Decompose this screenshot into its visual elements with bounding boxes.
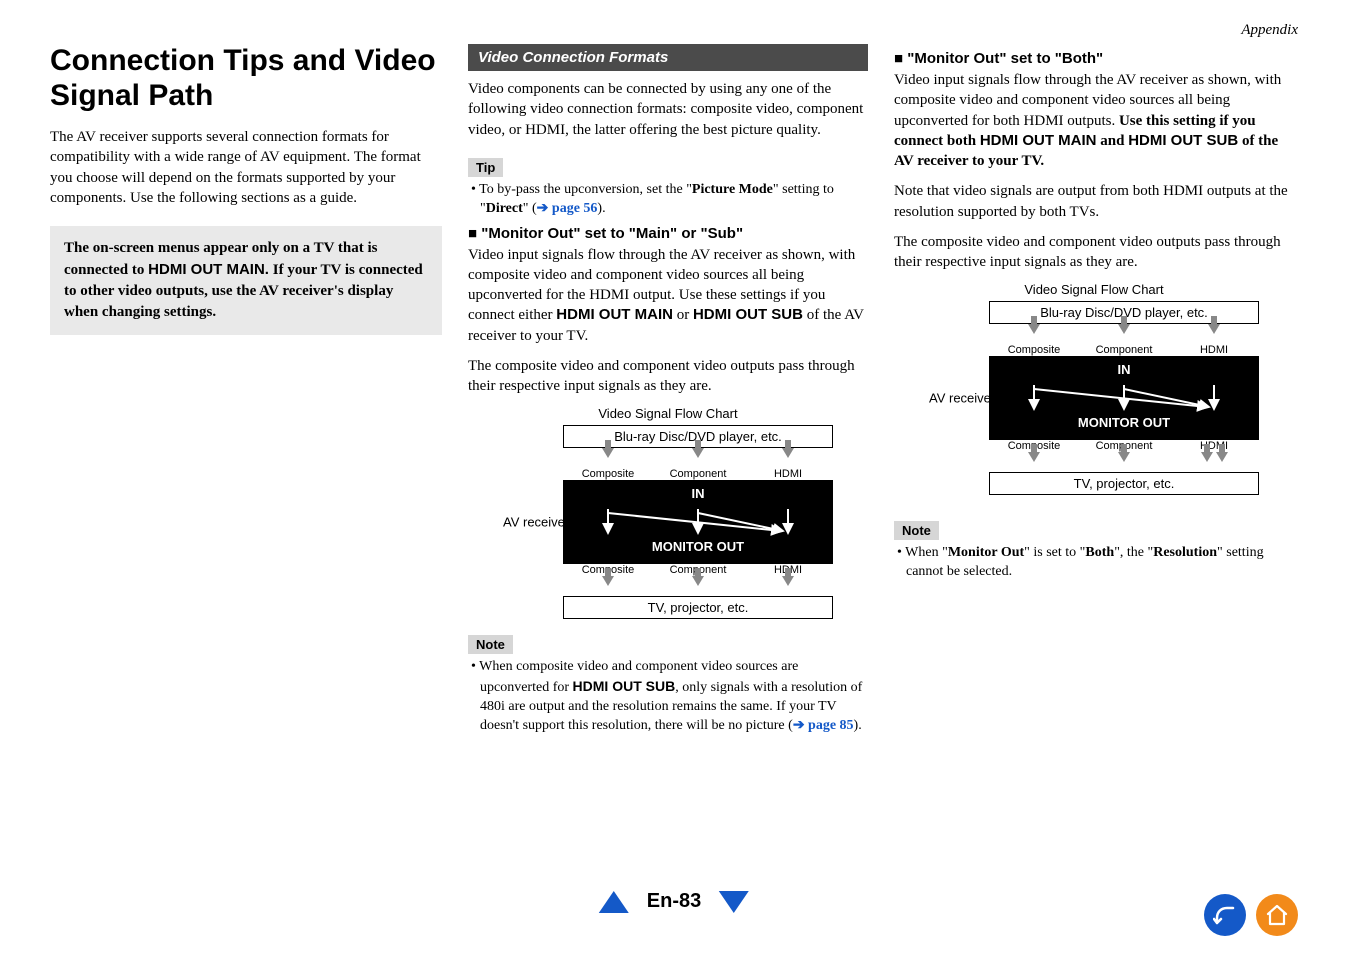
down-arrow-icon: [692, 448, 704, 458]
intro-paragraph: The AV receiver supports several connect…: [50, 127, 442, 208]
note-body-1: When composite video and component video…: [468, 658, 868, 736]
column-1: Connection Tips and Video Signal Path Th…: [50, 44, 442, 736]
flow-receiver-box: IN MONITOR OUT: [989, 356, 1259, 440]
both-paragraph-2: Note that video signals are output from …: [894, 181, 1294, 222]
av-receiver-label: AV receiver: [503, 515, 569, 530]
flowchart-both: Blu-ray Disc/DVD player, etc. Composite …: [929, 301, 1259, 495]
down-arrow-icon: [782, 576, 794, 586]
down-arrow-icon: [1118, 452, 1130, 462]
column-2: Video Connection Formats Video component…: [468, 44, 868, 736]
down-arrow-icon: [1201, 452, 1213, 462]
down-arrow-icon: [782, 448, 794, 458]
down-arrow-icon: [1118, 324, 1130, 334]
flow-sig-composite: Composite: [563, 468, 653, 480]
next-page-button[interactable]: [719, 891, 749, 913]
page-number: En-83: [647, 890, 701, 913]
flow-sig-component: Component: [653, 468, 743, 480]
flow-sig-component: Component: [1079, 344, 1169, 356]
tip-page-link[interactable]: page 56: [552, 201, 598, 216]
down-arrow-icon: [602, 448, 614, 458]
flow-out-hdmi: HDMI: [1169, 440, 1259, 452]
both-paragraph-3: The composite video and component video …: [894, 232, 1294, 273]
flow-out-label: MONITOR OUT: [563, 537, 833, 560]
column-3: "Monitor Out" set to "Both" Video input …: [894, 44, 1294, 736]
down-arrow-icon: [692, 576, 704, 586]
flow-out-label: MONITOR OUT: [989, 413, 1259, 436]
note-label-2: Note: [894, 521, 939, 540]
subheading-main-sub: "Monitor Out" set to "Main" or "Sub": [468, 225, 868, 242]
sub1-paragraph-2: The composite video and component video …: [468, 356, 868, 397]
home-button[interactable]: [1256, 894, 1298, 936]
flow-in-label: IN: [989, 360, 1259, 383]
home-icon: [1265, 903, 1289, 927]
flowchart-title-1: Video Signal Flow Chart: [468, 406, 868, 421]
callout-box: The on-screen menus appear only on a TV …: [50, 226, 442, 335]
page-footer: En-83: [0, 890, 1348, 936]
flow-sig-composite: Composite: [989, 344, 1079, 356]
back-button[interactable]: [1204, 894, 1246, 936]
av-receiver-label: AV receiver: [929, 391, 995, 406]
flow-dest-box: TV, projector, etc.: [989, 472, 1259, 495]
both-paragraph-1: Video input signals flow through the AV …: [894, 70, 1294, 171]
flow-in-label: IN: [563, 484, 833, 507]
note-label-1: Note: [468, 635, 513, 654]
down-arrow-icon: [1028, 452, 1040, 462]
vcf-paragraph: Video components can be connected by usi…: [468, 79, 868, 140]
flow-receiver-box: IN MONITOR OUT: [563, 480, 833, 564]
flowchart-title-2: Video Signal Flow Chart: [894, 282, 1294, 297]
back-arrow-icon: [1213, 903, 1237, 927]
down-arrow-icon: [1208, 324, 1220, 334]
flow-dest-box: TV, projector, etc.: [563, 596, 833, 619]
note-page-link[interactable]: page 85: [808, 718, 854, 733]
sub1-paragraph-1: Video input signals flow through the AV …: [468, 245, 868, 346]
page-title: Connection Tips and Video Signal Path: [50, 44, 442, 113]
down-arrow-icon: [1028, 324, 1040, 334]
flow-sig-hdmi: HDMI: [1169, 344, 1259, 356]
appendix-label: Appendix: [1241, 22, 1298, 39]
flowchart-main-sub: Blu-ray Disc/DVD player, etc. Composite …: [503, 425, 833, 619]
down-arrow-icon: [602, 576, 614, 586]
down-arrow-icon: [1216, 452, 1228, 462]
section-heading: Video Connection Formats: [468, 44, 868, 71]
tip-bullet: To by-pass the upconversion, set the "Pi…: [468, 181, 868, 219]
flow-sig-hdmi: HDMI: [743, 468, 833, 480]
note-body-2: When "Monitor Out" is set to "Both", the…: [894, 544, 1294, 582]
callout-hdmi-main: HDMI OUT MAIN.: [148, 261, 269, 278]
prev-page-button[interactable]: [599, 891, 629, 913]
subheading-both: "Monitor Out" set to "Both": [894, 50, 1294, 67]
tip-label: Tip: [468, 158, 503, 177]
